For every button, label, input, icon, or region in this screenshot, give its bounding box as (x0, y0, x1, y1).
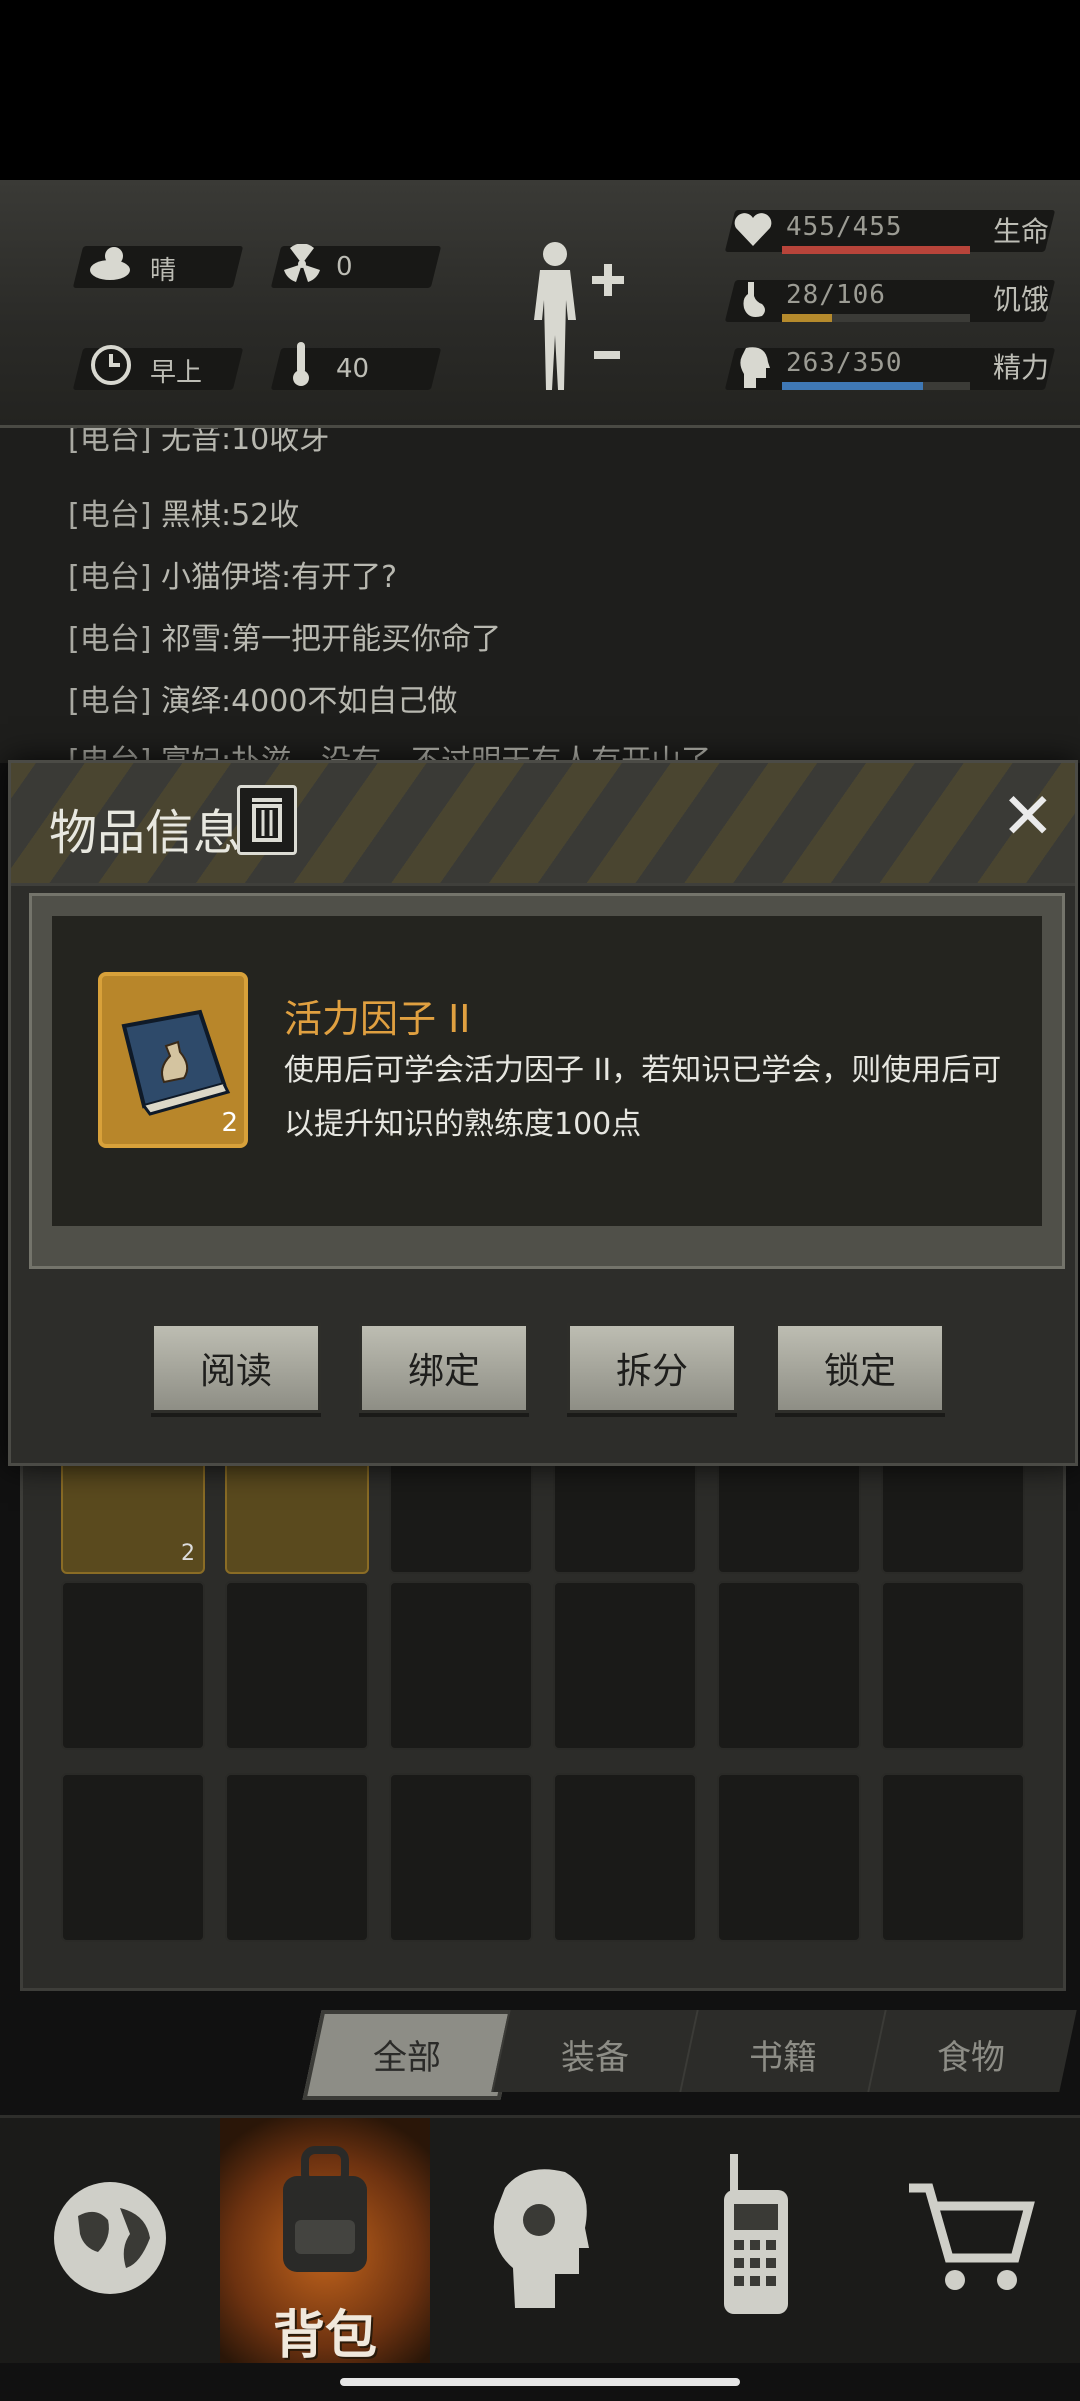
head-icon (740, 347, 770, 388)
weather-text: 晴 (150, 256, 177, 286)
health-label: 生命 (993, 215, 1050, 248)
home-indicator[interactable] (340, 2378, 740, 2386)
walkie-talkie-icon (724, 2154, 788, 2314)
item-count: 2 (221, 1108, 238, 1138)
energy-bar (782, 382, 970, 390)
health-bar-fill (782, 246, 970, 254)
tab-equipment-label: 装备 (561, 2038, 629, 2078)
tab-books-label: 书籍 (749, 2038, 817, 2078)
dialog-title: 物品信息 (49, 805, 242, 861)
inventory-slot[interactable] (225, 1581, 369, 1750)
hunger-label: 饥饿 (993, 283, 1050, 316)
close-icon[interactable]: ✕ (1001, 785, 1055, 849)
bottom-navigation: 背包 (0, 2115, 1080, 2366)
nav-backpack[interactable]: 背包 (220, 2118, 430, 2366)
energy-value: 263/350 (786, 348, 903, 378)
inventory-slot[interactable] (553, 1773, 697, 1942)
lock-button[interactable]: 锁定 (775, 1323, 945, 1413)
bind-button[interactable]: 绑定 (359, 1323, 529, 1413)
inventory-slot[interactable] (61, 1773, 205, 1942)
stomach-icon (743, 282, 765, 317)
health-value: 455/455 (786, 212, 903, 242)
inventory-slot[interactable] (553, 1581, 697, 1750)
chat-line: [电台] 小猫伊塔:有开了? (68, 560, 397, 595)
inventory-slot[interactable] (389, 1773, 533, 1942)
chat-line: [电台] 黑棋:52收 (68, 498, 300, 533)
head-gear-icon (493, 2169, 589, 2308)
globe-icon (54, 2182, 166, 2294)
item-icon: 2 (98, 972, 248, 1148)
top-safe-area (0, 0, 1080, 180)
thermometer-icon (293, 342, 309, 386)
status-header: 晴 0 早上 40 455/455 生命 28/106 饥饿 263/350 精… (0, 180, 1080, 428)
body-figure-icon[interactable] (520, 240, 630, 400)
clock-icon (91, 345, 131, 385)
nav-skills[interactable] (435, 2118, 645, 2363)
chat-line: [电台] 祁雪:第一把开能买你命了 (68, 622, 502, 657)
radio-chat-log[interactable]: [电台] 无音:10收牙 [电台] 黑棋:52收 [电台] 小猫伊塔:有开了? … (0, 428, 1080, 763)
backpack-icon (283, 2146, 367, 2272)
radiation-icon (284, 244, 320, 282)
trash-icon[interactable] (237, 785, 297, 855)
inventory-slot[interactable] (881, 1581, 1025, 1750)
dialog-header: 物品信息 ✕ (11, 763, 1075, 886)
item-info-dialog: 物品信息 ✕ 2 活力因子 II 使用后可学会活力因子 II，若知识已学会，则使… (8, 760, 1078, 1466)
inventory-grid: 2 (20, 1405, 1066, 1991)
inventory-slot[interactable] (881, 1773, 1025, 1942)
hunger-bar (782, 314, 970, 322)
nav-radio[interactable] (650, 2118, 860, 2363)
inventory-filter-tabs: 全部 装备 书籍 食物 (300, 2010, 1077, 2100)
item-detail-panel: 2 活力因子 II 使用后可学会活力因子 II，若知识已学会，则使用后可以提升知… (29, 893, 1065, 1269)
health-bar (782, 246, 970, 254)
chat-line: [电台] 演绎:4000不如自己做 (68, 684, 458, 719)
nav-backpack-label: 背包 (272, 2306, 377, 2366)
hunger-bar-fill (782, 314, 832, 322)
book-icon (121, 1009, 231, 1116)
inventory-slot[interactable] (389, 1581, 533, 1750)
shopping-cart-icon (909, 2183, 1035, 2290)
energy-label: 精力 (993, 351, 1050, 384)
inventory-slot[interactable] (61, 1581, 205, 1750)
energy-bar-fill (782, 382, 924, 390)
heart-icon (734, 213, 772, 246)
tab-all-label: 全部 (373, 2038, 441, 2078)
split-button[interactable]: 拆分 (567, 1323, 737, 1413)
inventory-slot[interactable] (225, 1773, 369, 1942)
hunger-value: 28/106 (786, 280, 886, 310)
read-button[interactable]: 阅读 (151, 1323, 321, 1413)
chat-line: [电台] 无音:10收牙 (68, 428, 330, 457)
inventory-slot[interactable] (717, 1581, 861, 1750)
nav-map[interactable] (5, 2118, 215, 2363)
time-of-day-text: 早上 (150, 358, 203, 388)
nav-shop[interactable] (865, 2118, 1075, 2363)
item-description: 使用后可学会活力因子 II，若知识已学会，则使用后可以提升知识的熟练度100点 (284, 1053, 1002, 1142)
inventory-slot[interactable] (717, 1773, 861, 1942)
radiation-value: 0 (336, 252, 353, 282)
chat-line: [电台] 富妇:扑滋，没有，不过明天有人有开山了 (68, 744, 712, 763)
item-name: 活力因子 II (284, 997, 471, 1041)
tab-food-label: 食物 (937, 2038, 1005, 2078)
cloud-sun-icon (90, 247, 130, 280)
temperature-value: 40 (336, 354, 370, 384)
